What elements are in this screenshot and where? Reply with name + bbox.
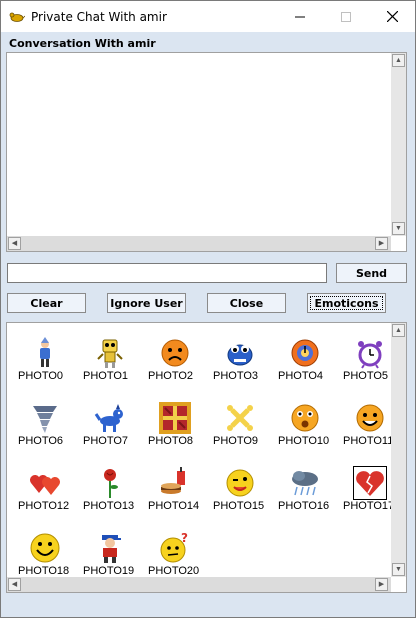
gift-box-icon[interactable] <box>159 402 191 434</box>
minimize-button[interactable] <box>277 1 323 32</box>
broken-heart-icon[interactable] <box>353 466 387 500</box>
hearts-icon[interactable] <box>29 467 61 499</box>
emoticon-label: PHOTO16 <box>278 500 330 512</box>
scroll-up-icon[interactable]: ▲ <box>392 324 405 337</box>
rose-icon[interactable] <box>94 467 126 499</box>
scroll-down-icon[interactable]: ▼ <box>392 222 405 235</box>
conversation-label: Conversation With amir <box>9 37 156 50</box>
emoticon-label: PHOTO19 <box>83 565 135 577</box>
send-button[interactable]: Send <box>336 263 407 283</box>
scroll-left-icon[interactable]: ◀ <box>8 578 21 591</box>
emoticon-item[interactable]: PHOTO13 <box>80 459 144 519</box>
emoticon-label: PHOTO10 <box>278 435 330 447</box>
storm-cloud-icon[interactable] <box>289 467 321 499</box>
emoticon-label: PHOTO17 <box>343 500 395 512</box>
close-icon <box>386 11 398 22</box>
bone-icon[interactable] <box>224 402 256 434</box>
emoticon-item[interactable]: PHOTO16 <box>275 459 339 519</box>
emoticon-label: PHOTO7 <box>83 435 129 447</box>
sad-face-icon[interactable] <box>159 337 191 369</box>
emoticon-item[interactable]: PHOTO0 <box>15 329 79 389</box>
scroll-left-icon[interactable]: ◀ <box>8 237 21 250</box>
emoticon-item[interactable]: ? PHOTO20 <box>145 524 209 584</box>
boy-icon[interactable] <box>94 532 126 564</box>
robot-icon[interactable] <box>94 337 126 369</box>
emoticon-label: PHOTO18 <box>18 565 70 577</box>
emoticon-item[interactable]: PHOTO9 <box>210 394 274 454</box>
emoticon-label: PHOTO5 <box>343 370 389 382</box>
emoticon-label: PHOTO13 <box>83 500 135 512</box>
emoticon-label: PHOTO11 <box>343 435 394 447</box>
emoticon-label: PHOTO3 <box>213 370 259 382</box>
app-icon <box>9 11 26 23</box>
emoticon-item[interactable]: PHOTO8 <box>145 394 209 454</box>
confused-face-icon[interactable]: ? <box>159 531 191 564</box>
emoticon-item[interactable]: PHOTO6 <box>15 394 79 454</box>
blue-dog-icon[interactable] <box>94 402 126 434</box>
emoticon-item[interactable]: PHOTO1 <box>80 329 144 389</box>
scroll-right-icon[interactable]: ▶ <box>375 578 388 591</box>
tornado-icon[interactable] <box>29 402 61 434</box>
blue-monster-icon[interactable] <box>224 337 256 369</box>
emoticon-label: PHOTO2 <box>148 370 194 382</box>
emoticon-item[interactable]: PHOTO7 <box>80 394 144 454</box>
chat-window: Private Chat With amir Conversation With… <box>0 0 416 618</box>
scroll-up-icon[interactable]: ▲ <box>392 54 405 67</box>
emoticon-label: PHOTO15 <box>213 500 265 512</box>
grin-face-icon[interactable] <box>29 532 61 564</box>
title-bar[interactable]: Private Chat With amir <box>1 1 415 32</box>
emoticon-item[interactable]: PHOTO3 <box>210 329 274 389</box>
emoticon-label: PHOTO6 <box>18 435 64 447</box>
emoticons-panel: PHOTO0 PHOTO1 PHOTO2 PHOTO3 PHOTO4 PHOTO5 PHOT… <box>6 322 407 593</box>
close-button[interactable]: Close <box>207 293 286 313</box>
ignore-user-button[interactable]: Ignore User <box>107 293 186 313</box>
svg-text:?: ? <box>181 532 188 545</box>
emoticons-horizontal-scrollbar[interactable]: ◀ ▶ <box>7 577 391 592</box>
emoticon-item[interactable]: PHOTO4 <box>275 329 339 389</box>
emoticon-item[interactable]: PHOTO10 <box>275 394 339 454</box>
person-icon[interactable] <box>29 337 61 369</box>
emoticon-label: PHOTO8 <box>148 435 194 447</box>
emoticon-label: PHOTO4 <box>278 370 324 382</box>
smiley-face-icon[interactable] <box>354 402 386 434</box>
emoticon-label: PHOTO1 <box>83 370 129 382</box>
alarm-clock-icon[interactable] <box>354 337 386 369</box>
emoticon-item[interactable]: PHOTO12 <box>15 459 79 519</box>
fast-food-icon[interactable] <box>159 467 191 499</box>
scroll-right-icon[interactable]: ▶ <box>375 237 388 250</box>
emoticons-button[interactable]: Emoticons <box>307 293 386 313</box>
close-window-button[interactable] <box>369 1 415 32</box>
clear-button[interactable]: Clear <box>7 293 86 313</box>
emoticon-label: PHOTO14 <box>148 500 200 512</box>
scroll-down-icon[interactable]: ▼ <box>392 563 405 576</box>
maximize-button[interactable] <box>323 1 369 32</box>
window-title: Private Chat With amir <box>31 9 167 24</box>
emoticon-label: PHOTO9 <box>213 435 259 447</box>
emoticon-label: PHOTO0 <box>18 370 64 382</box>
wink-face-icon[interactable] <box>224 467 256 499</box>
emoticon-item[interactable]: PHOTO18 <box>15 524 79 584</box>
emoticons-vertical-scrollbar[interactable]: ▲ ▼ <box>391 323 406 577</box>
minimize-icon <box>295 16 305 17</box>
conversation-horizontal-scrollbar[interactable]: ◀ ▶ <box>7 236 391 251</box>
message-input[interactable] <box>7 263 327 283</box>
emoticon-label: PHOTO12 <box>18 500 70 512</box>
orange-clock-icon[interactable] <box>289 337 321 369</box>
conversation-vertical-scrollbar[interactable]: ▲ ▼ <box>391 53 406 236</box>
emoticon-item[interactable]: PHOTO2 <box>145 329 209 389</box>
surprised-face-icon[interactable] <box>289 402 321 434</box>
emoticon-label: PHOTO20 <box>148 565 200 577</box>
maximize-icon <box>341 11 351 22</box>
emoticon-item[interactable]: PHOTO19 <box>80 524 144 584</box>
emoticon-item[interactable]: PHOTO14 <box>145 459 209 519</box>
conversation-textarea[interactable]: ▲ ▼ ◀ ▶ <box>6 52 407 252</box>
emoticon-item[interactable]: PHOTO15 <box>210 459 274 519</box>
